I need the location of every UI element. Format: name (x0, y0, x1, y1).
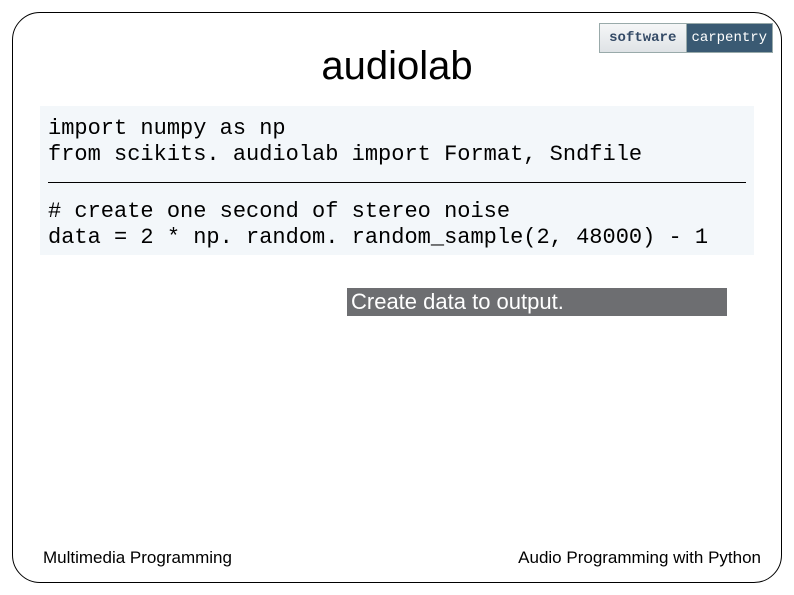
code-line-3: # create one second of stereo noise (48, 199, 746, 225)
code-line-1: import numpy as np (48, 116, 746, 142)
slide: software carpentry audiolab import numpy… (0, 0, 794, 595)
footer-right: Audio Programming with Python (518, 548, 761, 568)
footer-left: Multimedia Programming (43, 548, 232, 568)
callout-box: Create data to output. (347, 288, 727, 316)
callout-text: Create data to output. (351, 289, 564, 315)
code-divider (48, 182, 746, 183)
code-block: import numpy as np from scikits. audiola… (40, 106, 754, 255)
slide-title: audiolab (0, 44, 794, 89)
code-line-4: data = 2 * np. random. random_sample(2, … (48, 225, 746, 251)
code-line-2: from scikits. audiolab import Format, Sn… (48, 142, 746, 168)
